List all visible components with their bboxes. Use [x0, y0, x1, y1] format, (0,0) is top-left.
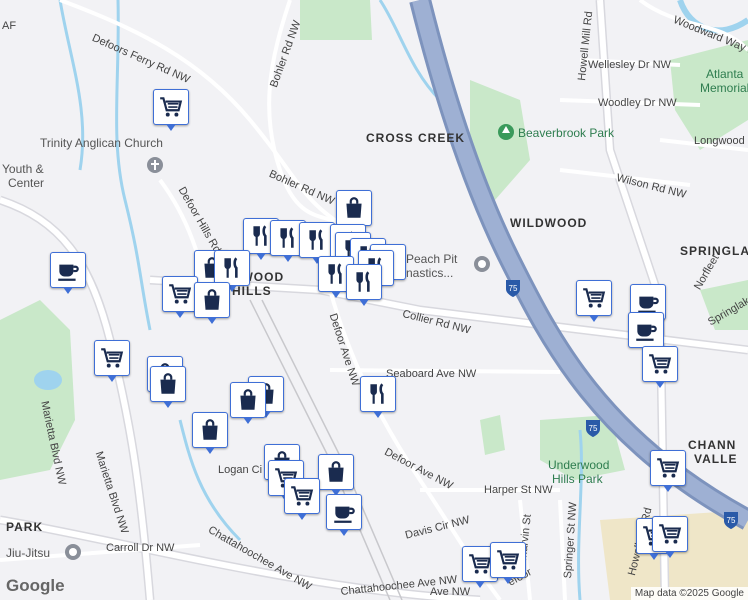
grocery-icon: [167, 281, 193, 307]
park-area: [670, 40, 748, 150]
shopping-bag-icon: [323, 459, 349, 485]
grocery-icon: [657, 521, 683, 547]
neighborhood-label: PARK: [6, 520, 44, 534]
street-label: Longwood: [694, 135, 745, 147]
grocery-icon: [647, 351, 673, 377]
poi-label: nastics...: [406, 266, 454, 280]
park-area: [0, 300, 75, 480]
coffee-icon: [55, 257, 81, 283]
map-pin-restaurant[interactable]: [214, 250, 250, 292]
map-pin-coffee[interactable]: [50, 252, 86, 294]
map-pin-restaurant[interactable]: [360, 376, 396, 418]
neighborhood-label: HILLS: [232, 284, 272, 298]
poi-label: Youth &: [2, 162, 44, 176]
highway-shield-number: 75: [727, 516, 736, 525]
coffee-icon: [633, 317, 659, 343]
map-pin-restaurant[interactable]: [346, 264, 382, 306]
pond: [34, 370, 62, 390]
map-pin-grocery[interactable]: [650, 450, 686, 492]
shopping-bag-icon: [235, 387, 261, 413]
map-pin-shopping-bag[interactable]: [318, 454, 354, 496]
neighborhood-label: CHANN: [688, 438, 737, 452]
map-pin-shopping-bag[interactable]: [336, 190, 372, 232]
grocery-icon: [581, 285, 607, 311]
street-label: Seaboard Ave NW: [386, 368, 477, 380]
restaurant-icon: [304, 227, 330, 253]
poi-label: Peach Pit: [406, 252, 458, 266]
map-pin-shopping-bag[interactable]: [150, 366, 186, 408]
restaurant-icon: [365, 381, 391, 407]
park-area: [300, 0, 372, 40]
street-label: Logan Ci: [218, 464, 263, 476]
neighborhood-label: CROSS CREEK: [366, 131, 466, 145]
restaurant-icon: [275, 225, 301, 251]
map-pin-grocery[interactable]: [162, 276, 198, 318]
street-label: Ave NW: [430, 586, 471, 598]
map-pin-shopping-bag[interactable]: [194, 282, 230, 324]
park-area: [480, 415, 505, 455]
poi-label: Trinity Anglican Church: [40, 136, 163, 150]
restaurant-icon: [351, 269, 377, 295]
map-pin-shopping-bag[interactable]: [230, 382, 266, 424]
shopping-bag-icon: [341, 195, 367, 221]
google-logo: Google: [6, 576, 65, 595]
street-label: Wellesley Dr NW: [588, 59, 671, 71]
map-pin-grocery[interactable]: [94, 340, 130, 382]
poi-label: Jiu-Jitsu: [6, 546, 51, 560]
neighborhood-label: WILDWOOD: [510, 216, 588, 230]
coffee-icon: [331, 499, 357, 525]
map-pin-grocery[interactable]: [284, 478, 320, 520]
park-label: Atlanta: [706, 67, 744, 81]
map-pin-coffee[interactable]: [628, 312, 664, 354]
map-pin-grocery[interactable]: [153, 89, 189, 131]
highway-shield-number: 75: [509, 284, 518, 293]
map-pin-grocery[interactable]: [642, 346, 678, 388]
map-pin-grocery[interactable]: [652, 516, 688, 558]
grocery-icon: [99, 345, 125, 371]
map-pin-shopping-bag[interactable]: [192, 412, 228, 454]
street-label: Woodley Dr NW: [598, 97, 677, 109]
poi-label: Center: [8, 176, 45, 190]
map-pin-grocery[interactable]: [576, 280, 612, 322]
street-label: Harper St NW: [484, 484, 553, 496]
street-label: AF: [2, 20, 17, 32]
grocery-icon: [655, 455, 681, 481]
grocery-icon: [158, 94, 184, 120]
map-pin-grocery[interactable]: [490, 542, 526, 584]
shopping-bag-icon: [199, 287, 225, 313]
grocery-icon: [289, 483, 315, 509]
park-label: Beaverbrook Park: [518, 126, 615, 140]
map-pin-coffee[interactable]: [326, 494, 362, 536]
shopping-bag-icon: [197, 417, 223, 443]
grocery-icon: [495, 547, 521, 573]
highway-shield-number: 75: [589, 424, 598, 433]
map-canvas[interactable]: 75 75 75 CROSS CREEK WILDWOOD SPRINGLA R…: [0, 0, 748, 600]
neighborhood-label: VALLE: [694, 452, 738, 466]
park-label: Underwood: [548, 458, 610, 472]
park-label: Memorial: [700, 81, 748, 95]
street-label: Carroll Dr NW: [106, 542, 175, 554]
map-attribution[interactable]: Map data ©2025 Google: [630, 587, 748, 600]
park-label: Hills Park: [552, 472, 603, 486]
shopping-bag-icon: [155, 371, 181, 397]
restaurant-icon: [219, 255, 245, 281]
